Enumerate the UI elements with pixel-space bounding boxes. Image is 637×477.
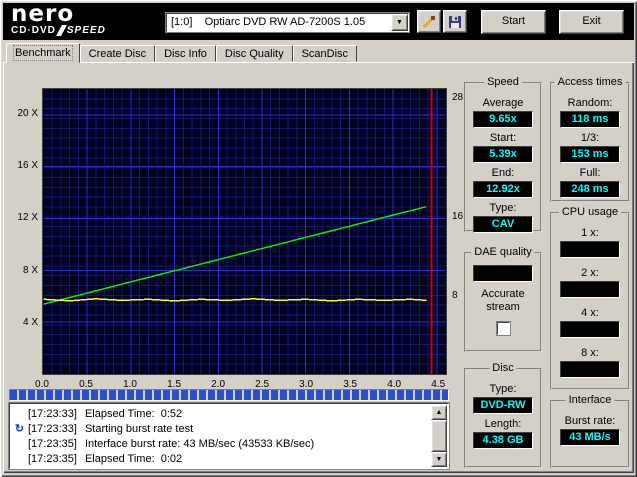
right-axis-tick: 8 (452, 289, 458, 301)
accurate-stream-label: Accurate stream (481, 288, 525, 313)
random-label: Random: (567, 97, 613, 109)
drive-select[interactable]: [1:0] Optiarc DVD RW AD-7200S 1.05 ▼ (166, 13, 409, 32)
dae-quality-panel-title: DAE quality (471, 246, 535, 258)
cpu-1x-label: 1 x: (581, 227, 599, 239)
speed-logo-text: SPEED (66, 25, 106, 36)
start-value: 5.39x (473, 146, 533, 163)
left-axis-tick: 20 X (17, 108, 38, 120)
burst-rate-label: Burst rate: (564, 415, 616, 427)
progress-fill (10, 390, 448, 400)
log-entry[interactable]: [17:23:33] Elapsed Time: 0:52 (11, 406, 431, 421)
dae-quality-panel: DAE quality Accurate stream (464, 246, 542, 352)
disc-length-value: 4.38 GB (473, 432, 533, 449)
accurate-stream-checkbox[interactable] (496, 322, 510, 335)
left-axis-tick: 16 X (17, 160, 38, 172)
rotation-speed-line (43, 298, 427, 302)
disc-length-label: Length: (484, 418, 522, 430)
left-axis-tick: 12 X (17, 212, 38, 224)
speed-panel: Speed Average 9.65x Start: 5.39x End: 12… (464, 76, 542, 233)
save-button[interactable] (443, 10, 467, 33)
start-button[interactable]: Start (481, 10, 546, 34)
log-entry[interactable]: [17:23:35] Interface burst rate: 43 MB/s… (11, 436, 431, 451)
chevron-down-icon[interactable]: ▼ (391, 14, 408, 31)
one-third-label: 1/3: (580, 132, 600, 144)
full-label: Full: (579, 167, 601, 179)
disc-panel: Disc Type: DVD-RW Length: 4.38 GB (464, 362, 542, 468)
average-label: Average (482, 97, 524, 109)
log-scrollbar[interactable]: ▲ ▼ (431, 405, 447, 467)
type-value: CAV (473, 216, 533, 233)
right-axis-tick: 28 (452, 91, 464, 103)
save-icon (449, 15, 461, 28)
cpu-usage-panel: CPU usage 1 x: 2 x: 4 x: 8 x: (550, 206, 630, 390)
start-label: Start: (489, 132, 517, 144)
one-third-value: 153 ms (560, 146, 620, 163)
left-axis-tick: 8 X (22, 264, 38, 276)
cpu-4x-value (560, 321, 620, 338)
tab-bar: Benchmark Create Disc Disc Info Disc Qua… (6, 43, 358, 63)
cpu-2x-value (560, 281, 620, 298)
left-axis-tick: 4 X (22, 316, 38, 328)
wand-icon (422, 15, 435, 28)
chart-plot-area (42, 88, 447, 375)
scrollbar-thumb[interactable] (431, 420, 447, 452)
burst-rate-value: 43 MB/s (560, 429, 620, 446)
speed-panel-title: Speed (484, 76, 522, 88)
tab-disc-quality[interactable]: Disc Quality (215, 45, 293, 62)
cpu-2x-label: 2 x: (581, 267, 599, 279)
exit-button[interactable]: Exit (559, 10, 624, 34)
drive-select-value: [1:0] Optiarc DVD RW AD-7200S 1.05 (171, 16, 366, 28)
access-times-panel: Access times Random: 118 ms 1/3: 153 ms … (550, 76, 630, 202)
disc-type-value: DVD-RW (473, 397, 533, 414)
cpu-1x-value (560, 241, 620, 258)
access-times-panel-title: Access times (554, 76, 626, 88)
interface-panel: Interface Burst rate: 43 MB/s (550, 394, 630, 468)
log-entry[interactable]: [17:23:33] Starting burst rate test (11, 421, 431, 436)
tab-disc-info[interactable]: Disc Info (155, 45, 216, 62)
cpu-8x-value (560, 361, 620, 378)
random-value: 118 ms (560, 111, 620, 128)
type-label: Type: (489, 202, 517, 214)
end-label: End: (491, 167, 515, 179)
dae-quality-value (473, 265, 533, 282)
right-axis-tick: 16 (452, 210, 464, 222)
chart-canvas (43, 89, 446, 374)
full-value: 248 ms (560, 181, 620, 198)
read-speed-line (43, 205, 427, 305)
cd-dvd-logo-text: CD·DVD (11, 25, 56, 36)
scroll-down-button[interactable]: ▼ (431, 452, 447, 467)
tool-button[interactable] (417, 10, 441, 33)
end-value: 12.92x (473, 181, 533, 198)
nero-logo-text: nero (11, 1, 75, 27)
header-bar: nero CD·DVD SPEED [1:0] Optiarc DVD RW A… (3, 3, 634, 40)
cpu-usage-panel-title: CPU usage (558, 206, 622, 218)
cpu-4x-label: 4 x: (581, 307, 599, 319)
tab-scandisc[interactable]: ScanDisc (292, 45, 358, 62)
disc-panel-title: Disc (489, 362, 517, 374)
interface-panel-title: Interface (565, 394, 615, 406)
disc-type-label: Type: (489, 383, 517, 395)
benchmark-chart: 0.0 0.5 1.0 1.5 2.0 2.5 3.0 3.5 4.0 4.5 4 X8 X 12 X… (8, 74, 463, 390)
average-value: 9.65x (473, 111, 533, 128)
progress-bar (9, 389, 449, 401)
status-log: [17:23:33] Elapsed Time: 0:52 [17:23:33]… (9, 403, 449, 469)
busy-icon (11, 422, 28, 435)
nero-cd-dvd-speed-window: nero CD·DVD SPEED [1:0] Optiarc DVD RW A… (0, 0, 637, 477)
tab-benchmark[interactable]: Benchmark (6, 43, 80, 63)
log-entry[interactable]: [17:23:35] Elapsed Time: 0:02 (11, 451, 431, 466)
scroll-up-button[interactable]: ▲ (431, 405, 447, 420)
nero-logo: nero CD·DVD SPEED (11, 3, 106, 36)
cpu-8x-label: 8 x: (581, 347, 599, 359)
tab-create-disc[interactable]: Create Disc (79, 45, 156, 62)
